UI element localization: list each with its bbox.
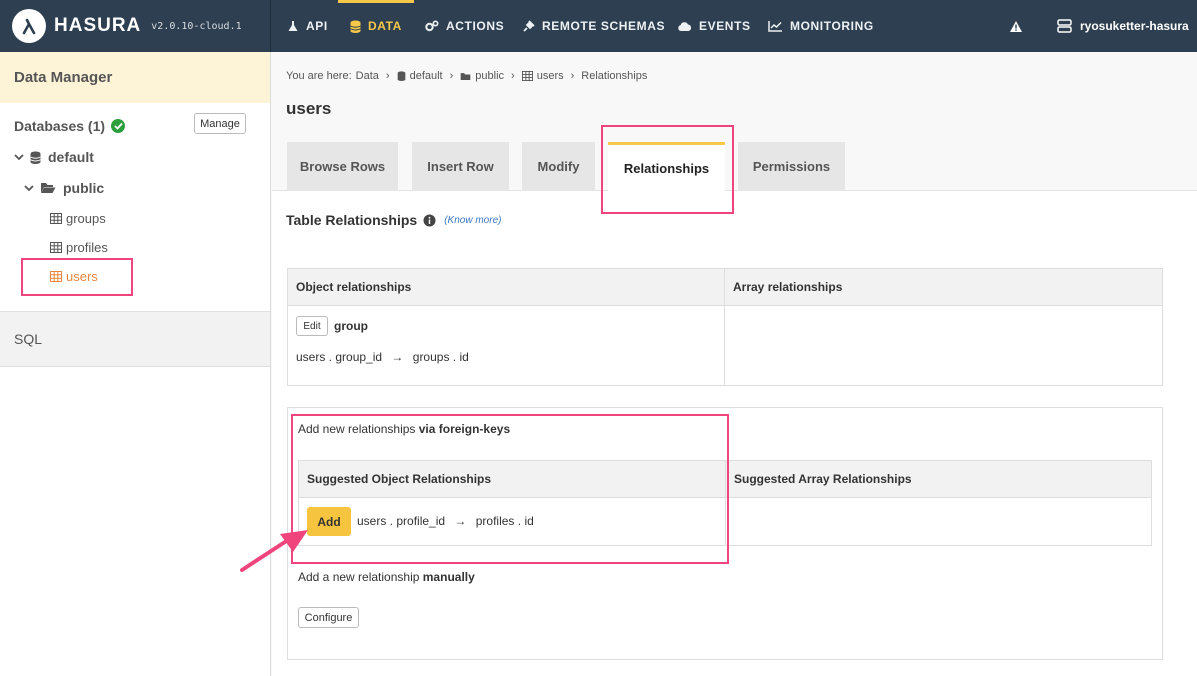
breadcrumb-prefix: You are here: <box>286 70 352 82</box>
suggested-object-header: Suggested Object Relationships <box>299 461 726 497</box>
nav-actions[interactable]: ACTIONS <box>425 0 504 52</box>
sidebar-header: Data Manager <box>0 52 270 103</box>
warning-icon <box>1010 20 1022 32</box>
databases-heading: Databases (1) <box>14 118 126 134</box>
table-icon <box>50 213 62 224</box>
brand[interactable]: HASURA v2.0.10-cloud.1 <box>0 0 271 52</box>
tab-browse-rows[interactable]: Browse Rows <box>287 142 398 191</box>
relationships-table-header: Object relationships Array relationships <box>288 269 1162 306</box>
database-icon <box>30 151 41 164</box>
nav-monitoring-label: MONITORING <box>790 19 874 33</box>
object-relationships-header: Object relationships <box>288 269 725 305</box>
tab-permissions[interactable]: Permissions <box>738 142 845 191</box>
nav-actions-label: ACTIONS <box>446 19 505 33</box>
tab-modify[interactable]: Modify <box>522 142 595 191</box>
flask-icon <box>288 21 298 31</box>
add-manual-title: Add a new relationship manually <box>298 570 475 584</box>
chevron-down-icon <box>24 185 34 192</box>
breadcrumb-public[interactable]: public <box>475 70 504 82</box>
breadcrumb-default[interactable]: default <box>410 70 443 82</box>
nav-events[interactable]: EVENTS <box>677 0 751 52</box>
server-icon <box>1057 19 1072 33</box>
relationship-mapping: users . group_id → groups . id <box>296 350 469 364</box>
tree-schema-public[interactable]: public <box>24 180 104 196</box>
section-title: Table Relationships (Know more) <box>286 212 501 228</box>
folder-open-icon <box>41 183 56 193</box>
breadcrumb-data[interactable]: Data <box>356 70 379 82</box>
object-relationship-cell: Edit group users . group_id → groups . i… <box>288 306 725 385</box>
nav-monitoring[interactable]: MONITORING <box>768 0 874 52</box>
top-navbar: HASURA v2.0.10-cloud.1 API DATA ACTIONS … <box>0 0 1197 52</box>
tab-relationships[interactable]: Relationships <box>608 142 725 192</box>
table-icon <box>50 271 62 282</box>
arrow-right-icon: → <box>454 514 467 528</box>
folder-icon <box>460 72 471 80</box>
sidebar: Data Manager Databases (1) Manage defaul… <box>0 52 271 676</box>
configure-button[interactable]: Configure <box>298 607 359 628</box>
hasura-logo-icon <box>12 9 46 43</box>
tree-table-users[interactable]: users <box>50 269 98 284</box>
breadcrumb-current: Relationships <box>581 70 648 82</box>
suggested-array-cell <box>726 498 1151 546</box>
sidebar-sql-link[interactable]: SQL <box>0 311 270 367</box>
arrow-right-icon: → <box>391 350 404 364</box>
page-title: users <box>286 99 332 118</box>
version-label: v2.0.10-cloud.1 <box>151 20 242 32</box>
suggested-table-header: Suggested Object Relationships Suggested… <box>299 461 1151 498</box>
suggested-mapping: users . profile_id → profiles . id <box>357 514 534 528</box>
table-label: users <box>66 269 98 284</box>
project-name: ryosuketter-hasura <box>1080 19 1189 33</box>
table-icon <box>521 71 533 81</box>
cloud-icon <box>678 21 692 31</box>
add-suggested-relationship-button[interactable]: Add <box>307 507 351 536</box>
tree-table-profiles[interactable]: profiles <box>50 240 108 255</box>
nav-remote-schemas[interactable]: REMOTE SCHEMAS <box>522 0 665 52</box>
table-row: Add users . profile_id → profiles . id <box>299 498 1151 546</box>
suggested-relationships-table: Suggested Object Relationships Suggested… <box>298 460 1152 546</box>
schema-name: public <box>63 180 105 196</box>
plug-icon <box>523 19 535 32</box>
table-label: profiles <box>66 240 108 255</box>
breadcrumb: You are here: Data › default › public › … <box>286 70 648 82</box>
know-more-link[interactable]: (Know more) <box>444 215 501 226</box>
database-icon <box>350 20 361 33</box>
breadcrumb-users[interactable]: users <box>537 70 564 82</box>
line-chart-icon <box>768 21 782 32</box>
relationships-table: Object relationships Array relationships… <box>287 268 1163 386</box>
table-row: Edit group users . group_id → groups . i… <box>288 306 1162 385</box>
relationship-name: group <box>334 319 368 333</box>
edit-relationship-button[interactable]: Edit <box>296 316 328 336</box>
check-circle-icon <box>111 119 126 133</box>
database-icon <box>397 71 405 81</box>
alert-button[interactable] <box>1009 0 1023 52</box>
databases-label: Databases (1) <box>14 118 106 134</box>
tree-table-groups[interactable]: groups <box>50 211 106 226</box>
db-name: default <box>48 149 94 165</box>
chevron-down-icon <box>14 154 24 161</box>
nav-api[interactable]: API <box>287 0 328 52</box>
tab-insert-row[interactable]: Insert Row <box>412 142 509 191</box>
nav-remote-schemas-label: REMOTE SCHEMAS <box>542 19 666 33</box>
array-relationships-header: Array relationships <box>733 280 843 294</box>
brand-name: HASURA <box>54 15 142 36</box>
array-relationship-cell <box>725 306 1162 385</box>
cogs-icon <box>425 20 439 32</box>
table-label: groups <box>66 211 106 226</box>
suggested-array-header: Suggested Array Relationships <box>734 472 912 486</box>
nav-data-label: DATA <box>368 19 402 33</box>
main-content: You are here: Data › default › public › … <box>272 52 1197 676</box>
add-via-fk-title: Add new relationships via foreign-keys <box>298 422 511 436</box>
tree-db-default[interactable]: default <box>14 149 94 165</box>
table-icon <box>50 242 62 253</box>
info-icon[interactable] <box>423 214 436 227</box>
nav-data[interactable]: DATA <box>338 0 414 52</box>
add-relationships-panel: Add new relationships via foreign-keys S… <box>287 407 1163 660</box>
nav-api-label: API <box>306 19 328 33</box>
project-selector[interactable]: ryosuketter-hasura <box>1057 0 1189 52</box>
suggested-object-cell: Add users . profile_id → profiles . id <box>299 498 726 546</box>
nav-events-label: EVENTS <box>699 19 751 33</box>
section-title-text: Table Relationships <box>286 212 418 228</box>
manage-button[interactable]: Manage <box>194 113 246 134</box>
annotation-arrow-icon <box>240 530 308 572</box>
